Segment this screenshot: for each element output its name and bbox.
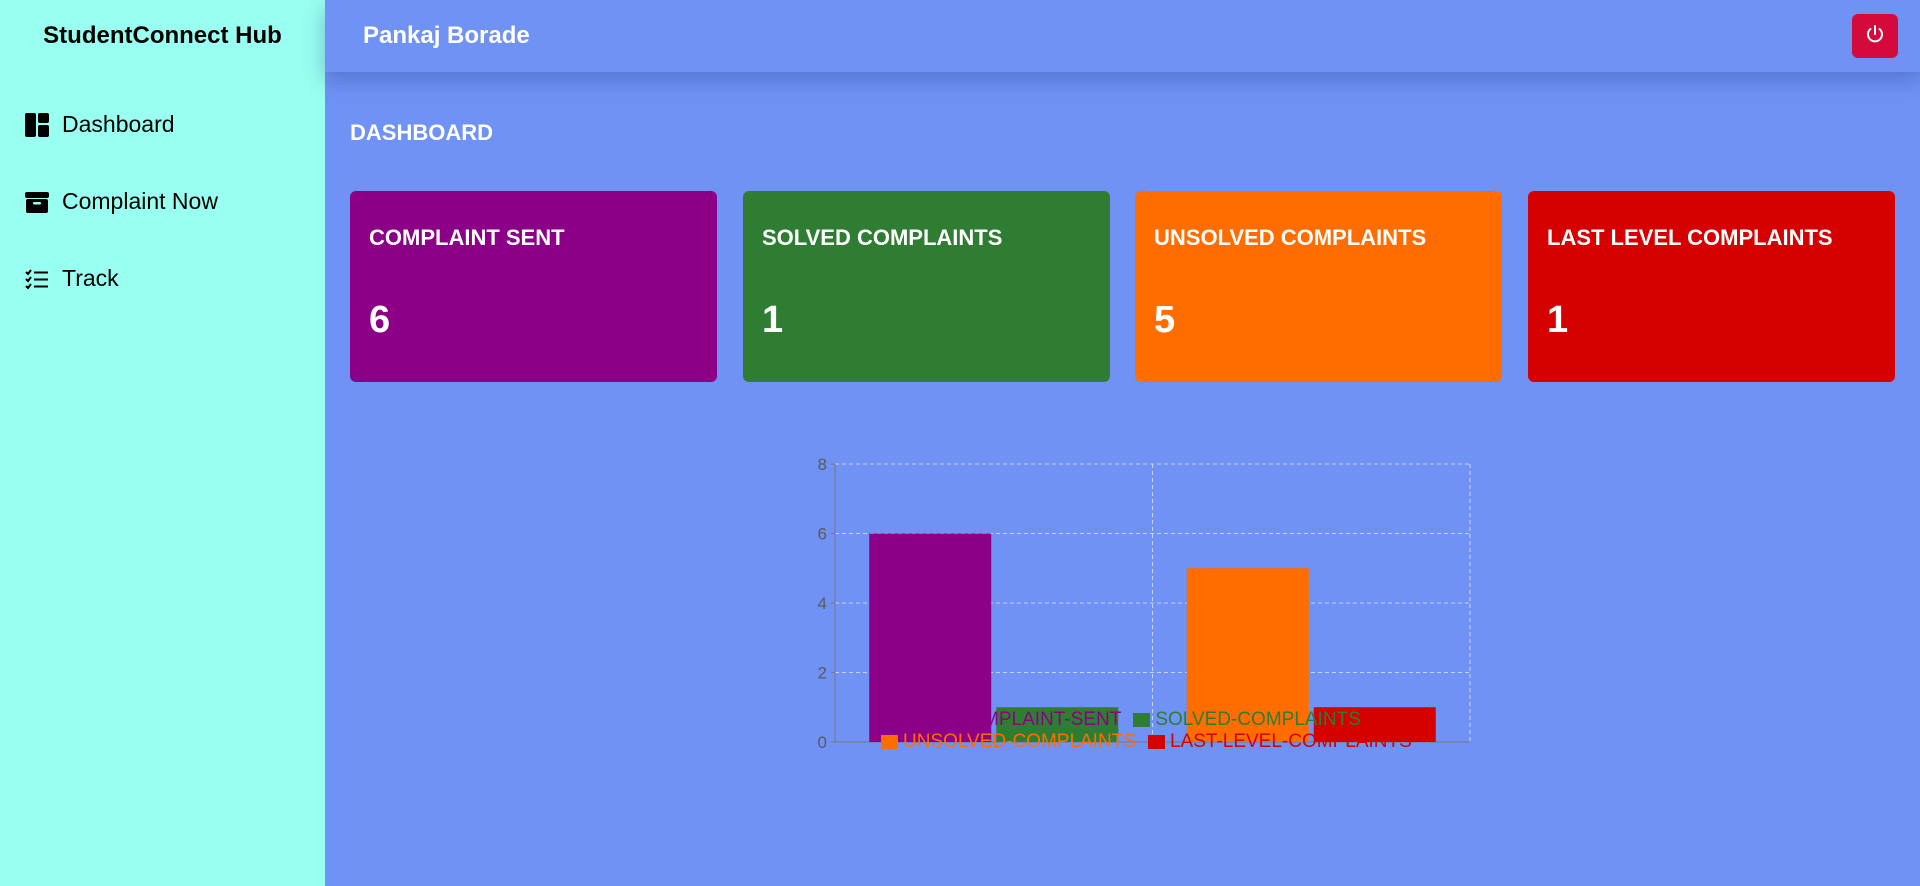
sidebar-item-label: Dashboard: [62, 111, 175, 137]
power-icon: [1864, 23, 1886, 50]
sidebar: StudentConnect Hub Dashboard Complaint N…: [0, 0, 325, 886]
sidebar-item-track[interactable]: Track: [0, 240, 325, 317]
legend-swatch: [1147, 735, 1165, 749]
legend-swatch: [932, 713, 950, 727]
y-tick-label: 4: [818, 594, 827, 613]
checklist-icon: [24, 266, 50, 292]
legend-label: COMPLAINT-SENT: [954, 709, 1122, 730]
sidebar-item-label: Complaint Now: [62, 188, 218, 214]
legend-row: UNSOLVED-COMPLAINTS LAST-LEVEL-COMPLAINTS: [881, 731, 1424, 753]
user-name: Pankaj Borade: [363, 22, 530, 49]
sidebar-item-dashboard[interactable]: Dashboard: [0, 86, 325, 163]
legend-label: UNSOLVED-COMPLAINTS: [903, 731, 1136, 752]
y-tick-label: 2: [818, 664, 827, 683]
y-tick-label: 6: [818, 525, 827, 544]
y-tick-label: 0: [818, 733, 827, 752]
legend-swatch: [1133, 713, 1151, 727]
complaints-bar-chart: 0 2 4 6 8: [818, 455, 1471, 752]
main-content: DASHBOARD COMPLAINT SENT 6 SOLVED COMPLA…: [325, 72, 1920, 886]
sidebar-item-label: Track: [62, 265, 119, 291]
top-bar: Pankaj Borade: [325, 0, 1920, 72]
legend-swatch: [881, 735, 898, 749]
legend-item[interactable]: LAST-LEVEL-COMPLAINTS: [1147, 731, 1412, 753]
logout-button[interactable]: [1852, 14, 1898, 58]
legend-row: COMPLAINT-SENT SOLVED-COMPLAINTS: [932, 709, 1373, 731]
legend-item[interactable]: UNSOLVED-COMPLAINTS: [881, 731, 1136, 753]
legend-label: LAST-LEVEL-COMPLAINTS: [1169, 731, 1412, 752]
legend-item[interactable]: SOLVED-COMPLAINTS: [1133, 709, 1361, 731]
legend-item[interactable]: COMPLAINT-SENT: [932, 709, 1122, 731]
brand-title: StudentConnect Hub: [43, 22, 282, 49]
y-tick-label: 8: [818, 455, 827, 474]
dashboard-icon: [24, 112, 50, 138]
sidebar-item-complaint-now[interactable]: Complaint Now: [0, 163, 325, 240]
archive-box-icon: [24, 189, 50, 215]
legend-label: SOLVED-COMPLAINTS: [1155, 709, 1361, 730]
